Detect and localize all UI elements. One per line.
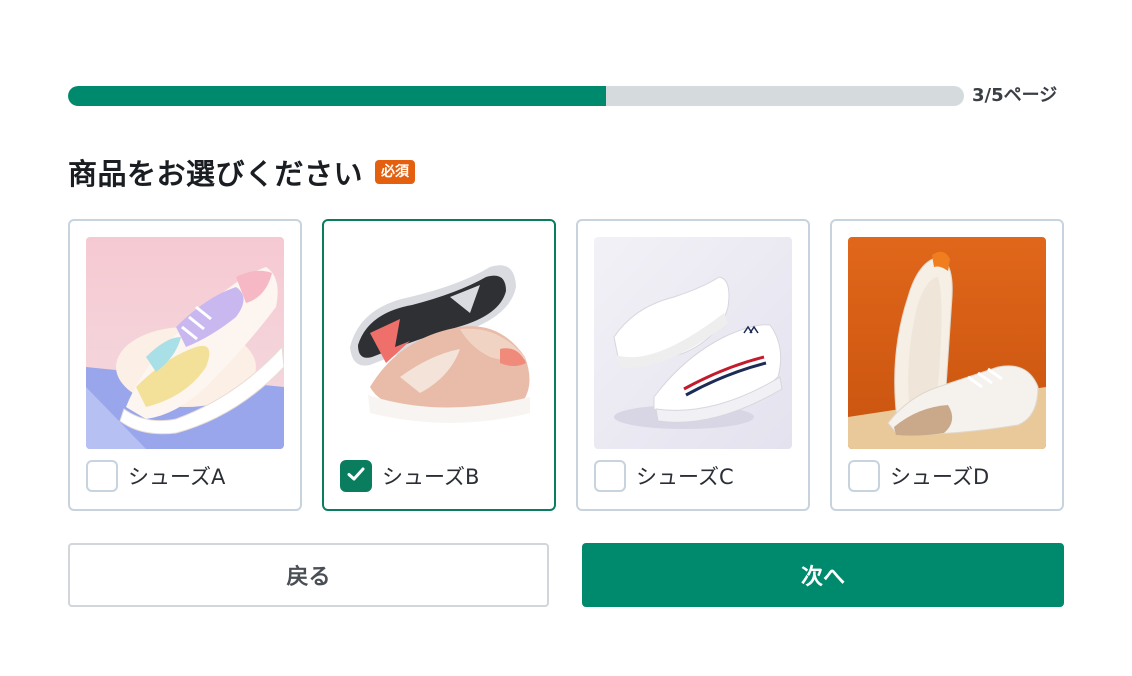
question-header: 商品をお選びください 必須 bbox=[68, 150, 416, 194]
shoe-a-image bbox=[86, 237, 284, 449]
checkbox[interactable] bbox=[86, 460, 118, 492]
checkbox-checked[interactable] bbox=[340, 460, 372, 492]
back-button[interactable]: 戻る bbox=[68, 543, 549, 607]
progress-fill bbox=[68, 86, 606, 106]
shoe-b-image bbox=[340, 237, 538, 449]
option-card-d[interactable]: シューズD bbox=[830, 219, 1064, 511]
option-card-b[interactable]: シューズB bbox=[322, 219, 556, 511]
option-choice-b[interactable]: シューズB bbox=[340, 459, 479, 493]
option-label: シューズD bbox=[890, 465, 990, 489]
question-title: 商品をお選びください bbox=[68, 157, 364, 191]
product-options: シューズA シューズB シューズC シューズD bbox=[68, 219, 1064, 511]
option-label: シューズA bbox=[128, 465, 226, 489]
checkbox[interactable] bbox=[848, 460, 880, 492]
option-card-c[interactable]: シューズC bbox=[576, 219, 810, 511]
option-card-a[interactable]: シューズA bbox=[68, 219, 302, 511]
progress-label: 3/5ページ bbox=[972, 85, 1058, 106]
required-badge: 必須 bbox=[375, 160, 416, 184]
option-label: シューズB bbox=[382, 465, 480, 489]
option-choice-d[interactable]: シューズD bbox=[848, 459, 989, 493]
shoe-d-image bbox=[848, 237, 1046, 449]
checkbox[interactable] bbox=[594, 460, 626, 492]
option-choice-a[interactable]: シューズA bbox=[86, 459, 225, 493]
next-button[interactable]: 次へ bbox=[582, 543, 1064, 607]
check-icon bbox=[346, 464, 366, 488]
progress-track bbox=[68, 86, 964, 106]
option-choice-c[interactable]: シューズC bbox=[594, 459, 734, 493]
option-label: シューズC bbox=[636, 465, 734, 489]
shoe-c-image bbox=[594, 237, 792, 449]
progress-bar: 3/5ページ bbox=[68, 84, 1068, 108]
